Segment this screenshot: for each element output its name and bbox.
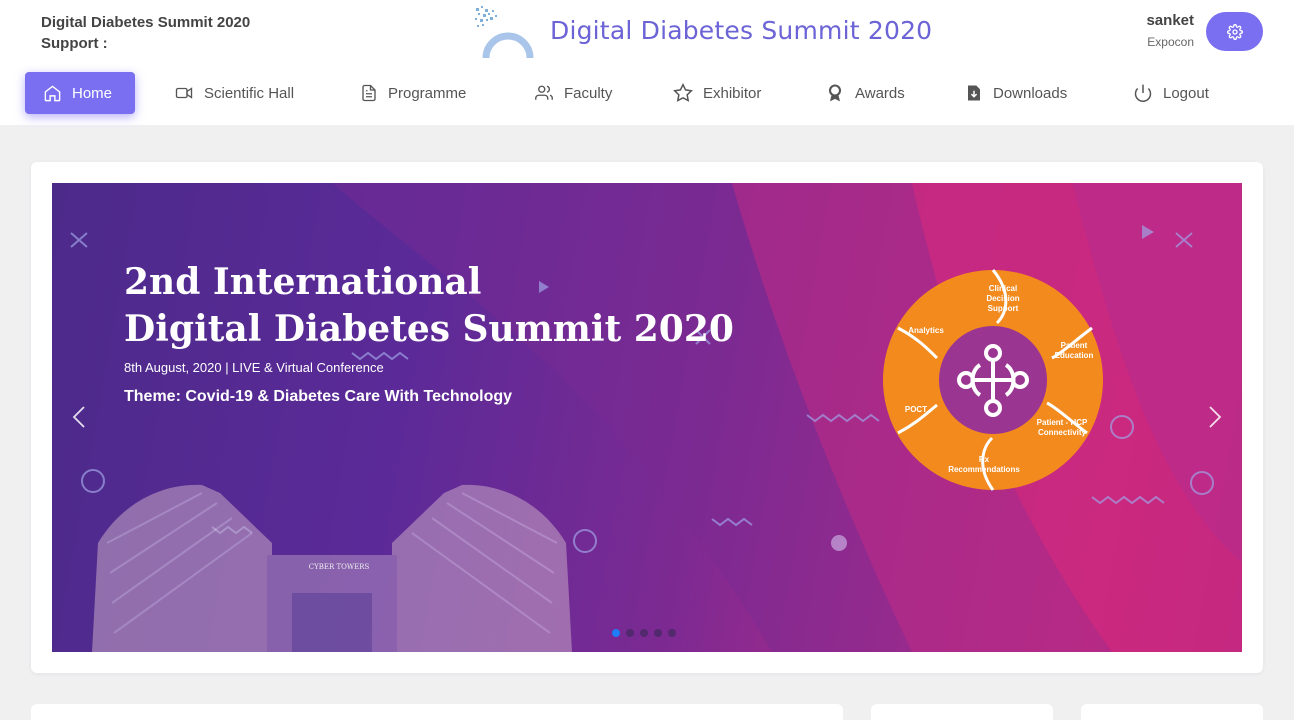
user-org: Expocon	[1147, 35, 1194, 49]
carousel-dot-4[interactable]	[654, 629, 662, 637]
banner-heading: 2nd International Digital Diabetes Summi…	[124, 259, 734, 353]
nav-label-home: Home	[72, 84, 113, 102]
wheel-segment-hcp: Patient - HCP	[1037, 418, 1088, 427]
wheel-segment-patient-edu-2: Education	[1055, 351, 1094, 360]
user-info: sanket Expocon	[1146, 12, 1194, 49]
award-icon	[828, 84, 842, 102]
wheel-segment-rx: Rx	[979, 455, 990, 464]
user-name: sanket	[1146, 12, 1194, 29]
wheel-segment-patient-edu: Patient	[1061, 341, 1088, 350]
carousel-prev-button[interactable]	[72, 403, 86, 437]
banner-heading-line2: Digital Diabetes Summit 2020	[124, 308, 734, 350]
nav-label-programme: Programme	[388, 84, 467, 102]
star-icon	[673, 83, 693, 102]
banner-graphics: CYBER TOWERS Clinical Decision Support P…	[70, 183, 1242, 652]
nav-label-faculty: Faculty	[564, 84, 613, 102]
nav-label-downloads: Downloads	[993, 84, 1068, 102]
building-sign: CYBER TOWERS	[309, 563, 370, 571]
carousel-dot-2[interactable]	[626, 629, 634, 637]
nav-item-logout[interactable]: Logout	[1133, 72, 1209, 114]
carousel-dot-3[interactable]	[640, 629, 648, 637]
nav-item-programme[interactable]: Programme	[360, 72, 466, 114]
top-header: Digital Diabetes Summit 2020 Support : D…	[0, 0, 1294, 125]
summit-logo	[475, 6, 534, 59]
wheel-segment-hcp-2: Connectivity	[1038, 428, 1087, 437]
site-title: Digital Diabetes Summit 2020	[550, 16, 933, 45]
content-card-middle	[871, 704, 1053, 720]
wheel-segment-clinical: Clinical	[989, 284, 1017, 293]
event-support-info: Digital Diabetes Summit 2020 Support :	[41, 12, 250, 54]
carousel-dot-5[interactable]	[668, 629, 676, 637]
nav-item-faculty[interactable]: Faculty	[534, 72, 612, 114]
main-nav: Home Scientific Hall Programme Faculty E…	[0, 72, 1294, 114]
nav-item-awards[interactable]: Awards	[825, 72, 905, 114]
power-icon	[1134, 84, 1152, 103]
carousel-dot-1[interactable]	[612, 629, 620, 637]
download-file-icon	[968, 85, 980, 101]
wheel-segment-poct: POCT	[905, 405, 927, 414]
home-icon	[44, 84, 61, 101]
chevron-right-icon	[1209, 406, 1222, 428]
wheel-segment-rx-2: Recommendations	[948, 465, 1020, 474]
nav-item-exhibitor[interactable]: Exhibitor	[673, 72, 761, 114]
gear-icon	[1226, 23, 1243, 40]
nav-label-awards: Awards	[855, 84, 905, 102]
chevron-left-icon	[72, 406, 85, 428]
wheel-segment-analytics: Analytics	[908, 326, 944, 335]
banner-carousel: CYBER TOWERS Clinical Decision Support P…	[52, 183, 1242, 652]
banner-date: 8th August, 2020 | LIVE & Virtual Confer…	[124, 360, 384, 375]
content-card-left	[31, 704, 843, 720]
nav-label-scientific-hall: Scientific Hall	[204, 84, 295, 102]
banner-heading-line1: 2nd International	[124, 261, 482, 303]
document-icon	[362, 84, 376, 102]
wheel-segment-clinical-3: Support	[988, 304, 1019, 313]
event-name: Digital Diabetes Summit 2020	[41, 14, 251, 31]
settings-button[interactable]	[1206, 12, 1263, 51]
feature-wheel: Clinical Decision Support Patient Educat…	[883, 269, 1103, 491]
users-icon	[535, 85, 553, 100]
content-card-right	[1081, 704, 1263, 720]
video-icon	[175, 87, 193, 99]
nav-label-logout: Logout	[1163, 84, 1209, 102]
carousel-next-button[interactable]	[1208, 403, 1222, 437]
nav-item-scientific-hall[interactable]: Scientific Hall	[174, 72, 294, 114]
wheel-segment-clinical-2: Decision	[986, 294, 1019, 303]
nav-item-home[interactable]: Home	[25, 72, 135, 114]
support-label: Support :	[41, 35, 108, 52]
carousel-indicators	[612, 629, 676, 637]
nav-item-downloads[interactable]: Downloads	[965, 72, 1067, 114]
banner-theme: Theme: Covid-19 & Diabetes Care With Tec…	[124, 388, 513, 405]
nav-label-exhibitor: Exhibitor	[703, 84, 762, 102]
